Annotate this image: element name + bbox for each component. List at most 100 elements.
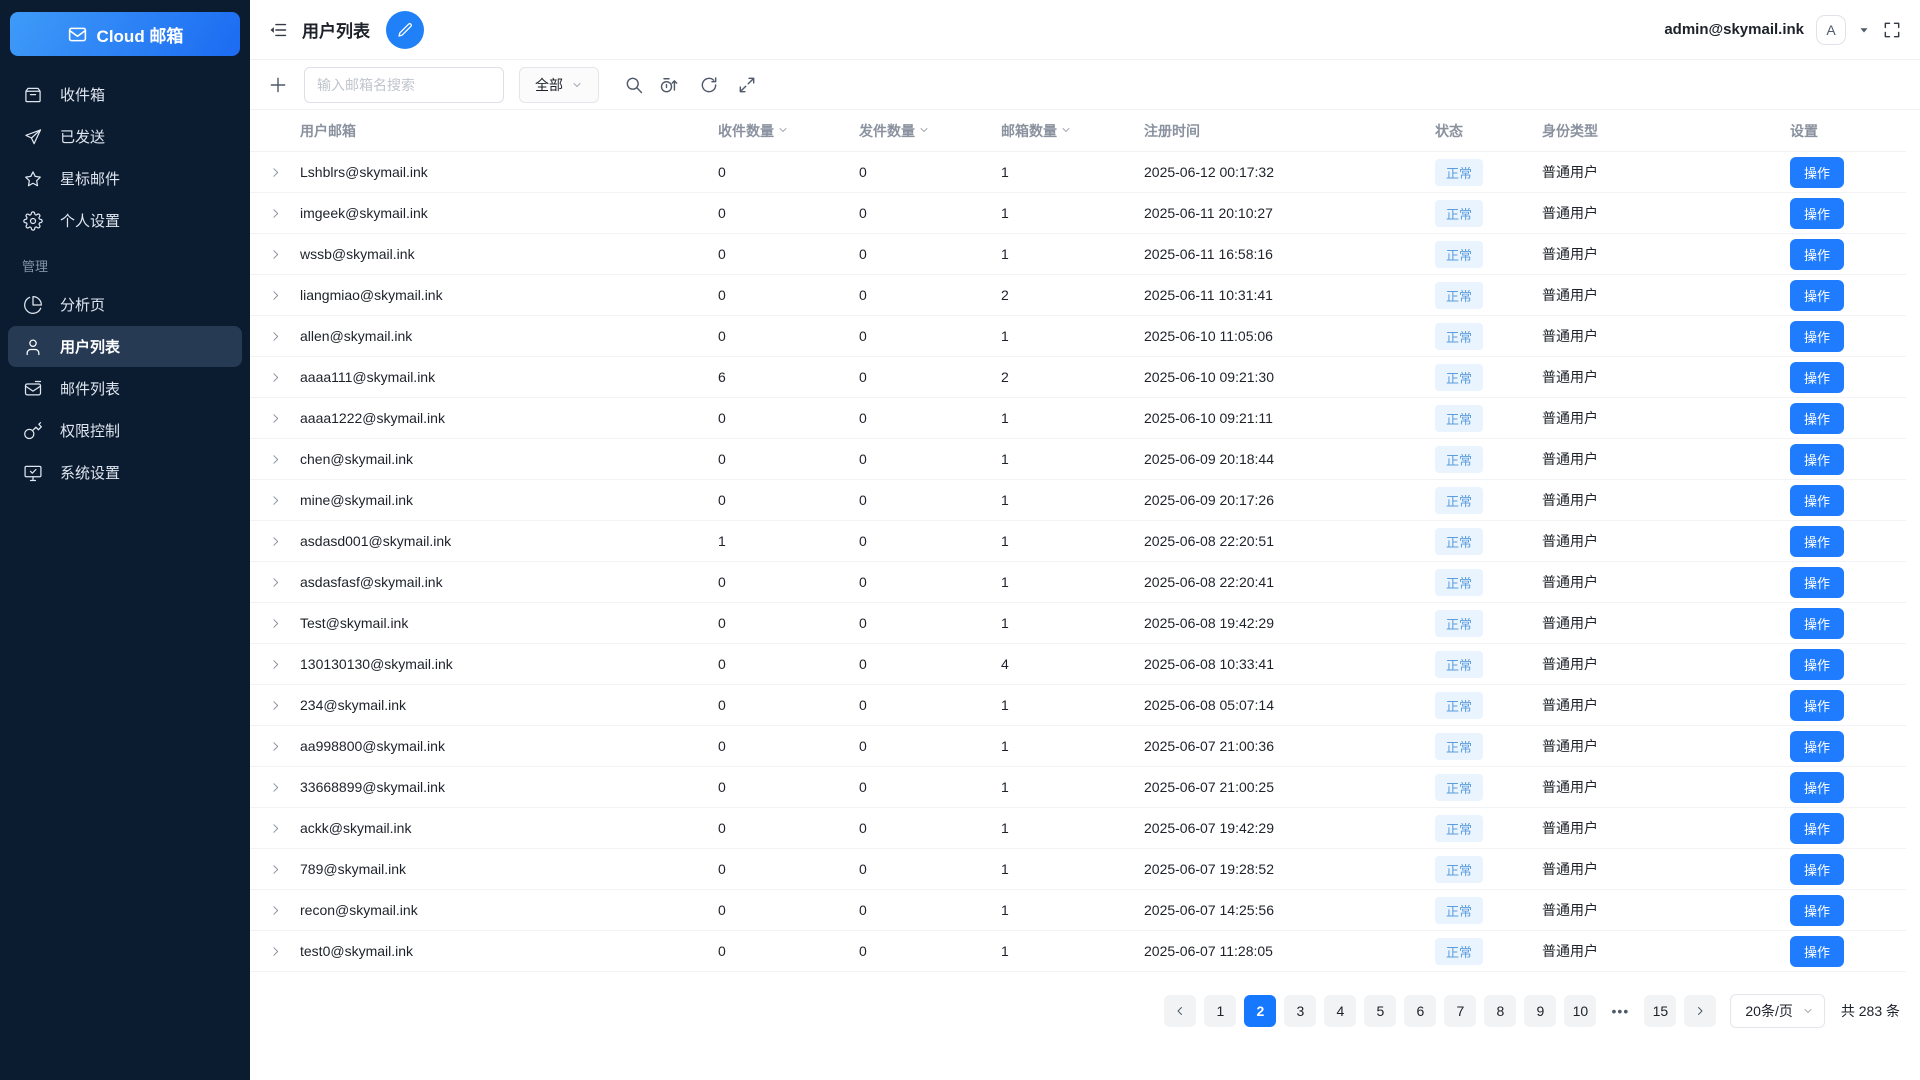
- sidebar-item-user-list[interactable]: 用户列表: [8, 326, 242, 367]
- pagination-page-5[interactable]: 5: [1364, 995, 1397, 1027]
- pagination-page-3[interactable]: 3: [1284, 995, 1317, 1027]
- cell-inbox-count: 0: [718, 861, 726, 877]
- row-expand-icon[interactable]: [269, 289, 282, 302]
- row-action-button[interactable]: 操作: [1790, 361, 1845, 393]
- page-size-select[interactable]: 20条/页: [1730, 994, 1825, 1028]
- status-badge: 正常: [1435, 281, 1484, 309]
- add-user-button[interactable]: [268, 75, 288, 95]
- row-expand-icon[interactable]: [269, 494, 282, 507]
- cell-mailbox-count: 1: [1001, 943, 1009, 959]
- cell-mailbox-count: 1: [1001, 205, 1009, 221]
- row-action-button[interactable]: 操作: [1790, 853, 1845, 885]
- cell-sent-count: 0: [859, 738, 867, 754]
- refresh-icon[interactable]: [699, 75, 719, 95]
- sidebar-item-permissions[interactable]: 权限控制: [8, 410, 242, 451]
- row-action-button[interactable]: 操作: [1790, 812, 1845, 844]
- row-action-button[interactable]: 操作: [1790, 566, 1845, 598]
- cell-registered: 2025-06-07 21:00:36: [1144, 738, 1274, 754]
- col-header-settings: 设置: [1790, 122, 1818, 139]
- row-action-button[interactable]: 操作: [1790, 279, 1845, 311]
- cell-sent-count: 0: [859, 205, 867, 221]
- sort-time-icon[interactable]: [659, 75, 679, 95]
- sidebar-item-mail-list[interactable]: 邮件列表: [8, 368, 242, 409]
- mail-logo-icon: [68, 27, 86, 41]
- cell-role: 普通用户: [1542, 615, 1598, 631]
- pagination-page-2[interactable]: 2: [1244, 995, 1277, 1027]
- row-expand-icon[interactable]: [269, 617, 282, 630]
- pagination-ellipsis[interactable]: •••: [1604, 995, 1636, 1027]
- row-expand-icon[interactable]: [269, 658, 282, 671]
- sidebar-item-inbox[interactable]: 收件箱: [8, 74, 242, 115]
- avatar[interactable]: A: [1816, 14, 1846, 45]
- sidebar-item-analytics[interactable]: 分析页: [8, 284, 242, 325]
- cell-registered: 2025-06-07 11:28:05: [1144, 943, 1273, 959]
- pagination-page-1[interactable]: 1: [1204, 995, 1237, 1027]
- row-expand-icon[interactable]: [269, 740, 282, 753]
- collapse-sidebar-icon[interactable]: [268, 20, 288, 40]
- cell-registered: 2025-06-08 22:20:41: [1144, 574, 1274, 590]
- row-expand-icon[interactable]: [269, 945, 282, 958]
- row-expand-icon[interactable]: [269, 863, 282, 876]
- row-action-button[interactable]: 操作: [1790, 320, 1845, 352]
- row-action-button[interactable]: 操作: [1790, 484, 1845, 516]
- app-logo[interactable]: Cloud 邮箱: [10, 12, 240, 56]
- sidebar-item-sent[interactable]: 已发送: [8, 116, 242, 157]
- fullscreen-icon[interactable]: [1882, 20, 1902, 40]
- row-expand-icon[interactable]: [269, 822, 282, 835]
- pagination-page-4[interactable]: 4: [1324, 995, 1357, 1027]
- pagination-page-7[interactable]: 7: [1444, 995, 1477, 1027]
- row-action-button[interactable]: 操作: [1790, 156, 1845, 188]
- row-expand-icon[interactable]: [269, 207, 282, 220]
- pagination-page-8[interactable]: 8: [1484, 995, 1517, 1027]
- row-expand-icon[interactable]: [269, 453, 282, 466]
- row-expand-icon[interactable]: [269, 330, 282, 343]
- row-action-button[interactable]: 操作: [1790, 443, 1845, 475]
- edit-button[interactable]: [386, 10, 424, 49]
- row-expand-icon[interactable]: [269, 781, 282, 794]
- col-header-mailbox-count[interactable]: 邮箱数量: [1001, 121, 1144, 141]
- sidebar-item-personal-settings[interactable]: 个人设置: [8, 200, 242, 241]
- row-expand-icon[interactable]: [269, 248, 282, 261]
- cell-role: 普通用户: [1542, 328, 1598, 344]
- row-action-button[interactable]: 操作: [1790, 525, 1845, 557]
- sidebar-item-starred[interactable]: 星标邮件: [8, 158, 242, 199]
- col-header-sent-count[interactable]: 发件数量: [859, 121, 1001, 141]
- pagination-page-15[interactable]: 15: [1644, 995, 1677, 1027]
- cell-email: 234@skymail.ink: [300, 697, 407, 713]
- row-action-button[interactable]: 操作: [1790, 771, 1845, 803]
- search-icon[interactable]: [624, 75, 644, 95]
- row-action-button[interactable]: 操作: [1790, 607, 1845, 639]
- row-action-button[interactable]: 操作: [1790, 238, 1845, 270]
- search-input[interactable]: [304, 66, 504, 103]
- row-expand-icon[interactable]: [269, 576, 282, 589]
- cell-registered: 2025-06-11 20:10:27: [1144, 205, 1273, 221]
- row-expand-icon[interactable]: [269, 166, 282, 179]
- cell-sent-count: 0: [859, 615, 867, 631]
- app-logo-label: Cloud 邮箱: [96, 26, 184, 46]
- pagination-page-10[interactable]: 10: [1564, 995, 1597, 1027]
- expand-icon[interactable]: [737, 75, 757, 95]
- row-action-button[interactable]: 操作: [1790, 730, 1845, 762]
- sidebar-item-label: 权限控制: [60, 423, 121, 440]
- row-action-button[interactable]: 操作: [1790, 689, 1845, 721]
- row-expand-icon[interactable]: [269, 371, 282, 384]
- sidebar-item-system-settings[interactable]: 系统设置: [8, 452, 242, 493]
- row-expand-icon[interactable]: [269, 904, 282, 917]
- row-action-button[interactable]: 操作: [1790, 894, 1845, 926]
- row-action-button[interactable]: 操作: [1790, 935, 1845, 967]
- row-expand-icon[interactable]: [269, 412, 282, 425]
- col-header-inbox-count[interactable]: 收件数量: [718, 121, 859, 141]
- row-action-button[interactable]: 操作: [1790, 402, 1845, 434]
- filter-select[interactable]: 全部: [519, 66, 599, 103]
- pagination-prev-button[interactable]: [1164, 995, 1197, 1027]
- row-action-button[interactable]: 操作: [1790, 648, 1845, 680]
- cell-email: recon@skymail.ink: [300, 902, 418, 918]
- pagination-page-9[interactable]: 9: [1524, 995, 1557, 1027]
- row-action-button[interactable]: 操作: [1790, 197, 1845, 229]
- row-expand-icon[interactable]: [269, 699, 282, 712]
- caret-down-icon[interactable]: [1858, 24, 1870, 36]
- row-expand-icon[interactable]: [269, 535, 282, 548]
- table-row: aa998800@skymail.ink 0 0 1 2025-06-07 21…: [250, 726, 1906, 767]
- pagination-page-6[interactable]: 6: [1404, 995, 1437, 1027]
- pagination-next-button[interactable]: [1684, 995, 1717, 1027]
